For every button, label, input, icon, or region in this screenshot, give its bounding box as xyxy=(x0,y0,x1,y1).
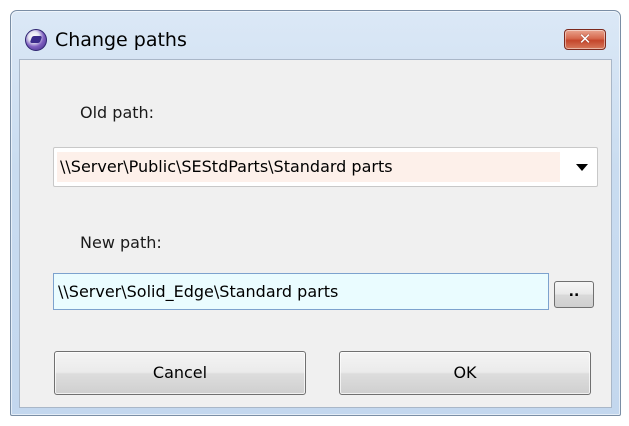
old-path-combobox[interactable]: \\Server\Public\SEStdParts\Standard part… xyxy=(53,147,598,187)
browse-button[interactable]: .. xyxy=(554,281,594,308)
ok-button[interactable]: OK xyxy=(339,351,591,395)
app-icon xyxy=(25,29,47,51)
new-path-input[interactable] xyxy=(53,273,549,310)
dialog-body: Old path: \\Server\Public\SEStdParts\Sta… xyxy=(19,59,612,408)
cancel-button[interactable]: Cancel xyxy=(54,351,306,395)
close-button[interactable]: ✕ xyxy=(564,29,606,50)
window-title: Change paths xyxy=(55,29,187,51)
change-paths-dialog: Change paths ✕ Old path: \\Server\Public… xyxy=(10,10,621,416)
new-path-label: New path: xyxy=(80,233,162,252)
title-bar[interactable]: Change paths ✕ xyxy=(11,11,620,59)
old-path-value: \\Server\Public\SEStdParts\Standard part… xyxy=(57,152,560,182)
old-path-label: Old path: xyxy=(80,103,155,122)
close-icon: ✕ xyxy=(578,30,592,48)
chevron-down-icon[interactable] xyxy=(576,164,588,171)
